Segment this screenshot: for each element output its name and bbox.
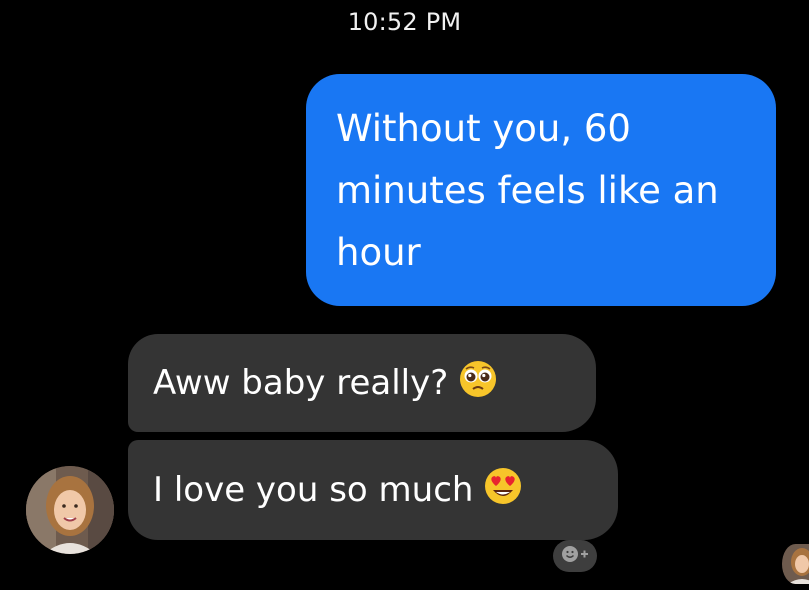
- add-reaction-button[interactable]: [553, 540, 597, 572]
- sender-avatar[interactable]: [26, 466, 114, 554]
- incoming-message-bubble[interactable]: I love you so much: [128, 440, 618, 540]
- outgoing-message-line: hour: [336, 231, 421, 274]
- incoming-message-text: I love you so much: [153, 470, 474, 510]
- outgoing-message-bubble[interactable]: Without you, 60 minutes feels like an ho…: [306, 74, 776, 306]
- read-receipt-avatar: [782, 544, 809, 584]
- message-timestamp: 10:52 PM: [347, 8, 462, 36]
- add-reaction-icon: [560, 544, 590, 568]
- outgoing-message-line: Without you, 60: [336, 107, 631, 150]
- incoming-message-text: Aww baby really?: [153, 363, 449, 403]
- pleading-face-icon: [458, 359, 498, 408]
- outgoing-message-line: minutes feels like an: [336, 169, 719, 212]
- heart-eyes-icon: [483, 466, 523, 515]
- incoming-message-bubble[interactable]: Aww baby really?: [128, 334, 596, 432]
